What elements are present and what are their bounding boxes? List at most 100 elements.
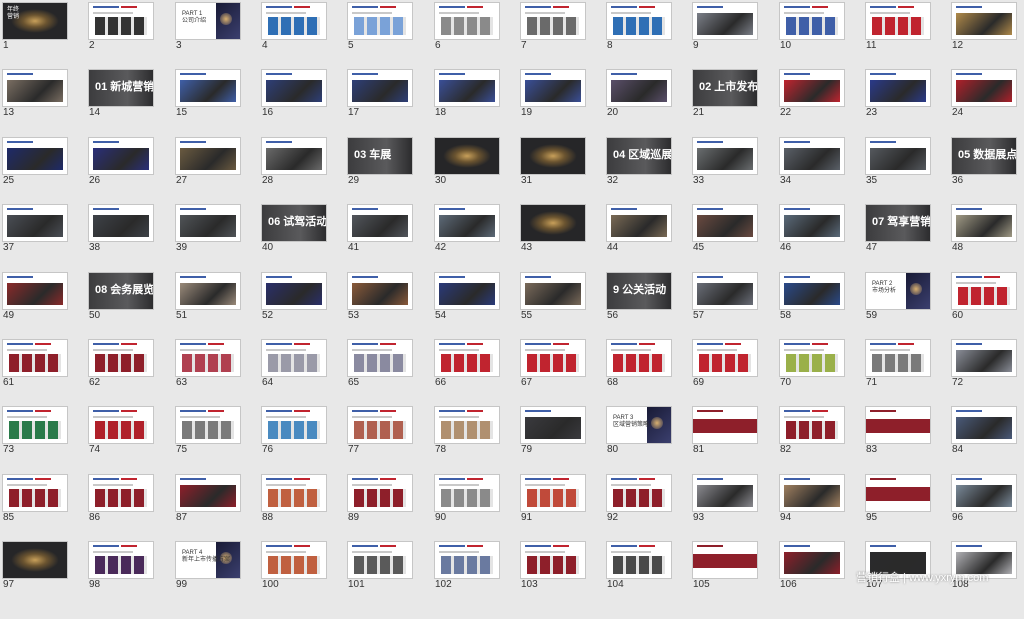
slide-thumbnail[interactable]: 106: [777, 539, 863, 619]
slide-preview: [866, 407, 930, 443]
section-title: 07 驾享营销: [872, 216, 930, 228]
slide-light-content: [693, 340, 757, 376]
slide-preview: [262, 407, 326, 443]
slide-number: 49: [3, 310, 15, 321]
slide-number: 33: [693, 175, 705, 186]
slide-preview: 02 上市发布会: [693, 70, 757, 106]
slide-number: 94: [780, 512, 792, 523]
slide-preview: [952, 340, 1016, 376]
slide-light-content: [521, 542, 585, 578]
slide-number: 31: [521, 175, 533, 186]
slide-photo-content: [693, 138, 757, 174]
slide-preview: 05 数据展点: [952, 138, 1016, 174]
slide-preview: [866, 138, 930, 174]
slide-preview: [521, 70, 585, 106]
slide-number: 102: [435, 579, 452, 590]
slide-photo-content: [176, 205, 240, 241]
slide-preview: [435, 407, 499, 443]
slide-photo-content: [693, 205, 757, 241]
slide-light-content: [3, 340, 67, 376]
section-title: 01 新城营销: [95, 81, 153, 93]
slide-number: 72: [952, 377, 964, 388]
slide-preview: [693, 205, 757, 241]
slide-section-content: 08 会务展览: [89, 273, 153, 309]
slide-preview: [3, 542, 67, 578]
slide-photo-content: [262, 273, 326, 309]
slide-preview: [348, 3, 412, 39]
slide-thumbnail[interactable]: 104: [604, 539, 690, 619]
slide-preview: [521, 475, 585, 511]
slide-number: 14: [89, 107, 101, 118]
slide-number: 106: [780, 579, 797, 590]
slide-preview: [521, 542, 585, 578]
slide-number: 88: [262, 512, 274, 523]
slide-preview: [89, 542, 153, 578]
slide-number: 87: [176, 512, 188, 523]
slide-number: 9: [693, 40, 699, 51]
slide-photo-content: [176, 273, 240, 309]
slide-thumbnail[interactable]: 101: [345, 539, 431, 619]
slide-number: 75: [176, 444, 188, 455]
slide-preview: [262, 340, 326, 376]
slide-number: 28: [262, 175, 274, 186]
slide-thumbnail[interactable]: 97: [0, 539, 86, 619]
slide-preview: [521, 205, 585, 241]
slide-number: 78: [435, 444, 447, 455]
slide-number: 46: [780, 242, 792, 253]
slide-preview: [176, 138, 240, 174]
slide-photo-content: [866, 138, 930, 174]
slide-thumbnail[interactable]: 102: [432, 539, 518, 619]
slide-photo-content: [262, 70, 326, 106]
slide-preview: [348, 70, 412, 106]
slide-thumbnail[interactable]: 105: [690, 539, 776, 619]
slide-light-content: [348, 407, 412, 443]
slide-number: 95: [866, 512, 878, 523]
slide-number: 21: [693, 107, 705, 118]
slide-number: 45: [693, 242, 705, 253]
slide-number: 10: [780, 40, 792, 51]
slide-number: 70: [780, 377, 792, 388]
slide-light-content: [262, 542, 326, 578]
slide-dark-content: [3, 542, 67, 578]
section-title: 03 车展: [354, 149, 392, 161]
slide-preview: [952, 3, 1016, 39]
slide-preview: [348, 273, 412, 309]
slide-light-content: [607, 475, 671, 511]
slide-light-content: [262, 3, 326, 39]
slide-preview: 04 区域巡展: [607, 138, 671, 174]
slide-number: 53: [348, 310, 360, 321]
slide-preview: [952, 475, 1016, 511]
slide-number: 69: [693, 377, 705, 388]
slide-preview: [262, 542, 326, 578]
slide-light-content: [348, 542, 412, 578]
slide-number: 38: [89, 242, 101, 253]
slide-number: 57: [693, 310, 705, 321]
slide-photo-content: [780, 138, 844, 174]
slide-preview: [607, 475, 671, 511]
slide-number: 76: [262, 444, 274, 455]
slide-part-content: PART 4 新年上市传播方案: [176, 542, 240, 578]
slide-light-content: [521, 475, 585, 511]
slide-preview: [435, 205, 499, 241]
slide-dark-content: [521, 205, 585, 241]
slide-preview: [3, 340, 67, 376]
slide-number: 32: [607, 175, 619, 186]
slide-light-content: [780, 3, 844, 39]
slide-preview: [780, 273, 844, 309]
part-title: PART 4 新年上市传播方案: [182, 550, 231, 563]
part-title: PART 1 公司介绍: [182, 11, 207, 24]
slide-number: 47: [866, 242, 878, 253]
slide-thumbnail[interactable]: 100: [259, 539, 345, 619]
slide-preview: [780, 340, 844, 376]
section-title: 06 试驾活动: [268, 216, 326, 228]
slide-photo-content: [521, 70, 585, 106]
slide-thumbnail[interactable]: 98: [86, 539, 172, 619]
slide-preview: [607, 3, 671, 39]
slide-part-content: PART 1 公司介绍: [176, 3, 240, 39]
slide-thumbnail[interactable]: PART 4 新年上市传播方案 99: [173, 539, 259, 619]
slide-number: 3: [176, 40, 182, 51]
slide-preview: [348, 407, 412, 443]
slide-thumbnail[interactable]: 103: [518, 539, 604, 619]
slide-photo-content: [176, 475, 240, 511]
slide-preview: [521, 340, 585, 376]
